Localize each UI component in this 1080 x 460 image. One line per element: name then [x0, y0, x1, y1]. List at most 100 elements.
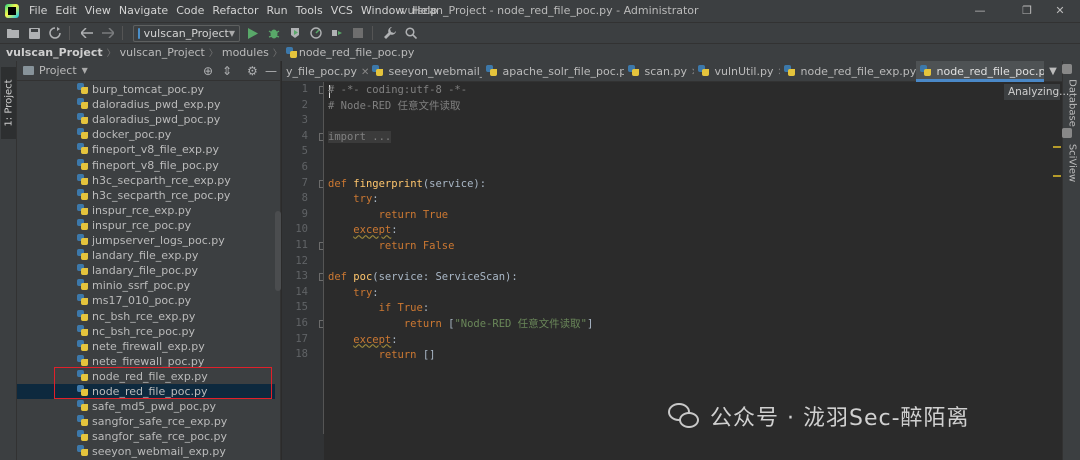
breadcrumb-project-folder[interactable]: vulscan_Project: [120, 46, 205, 59]
python-file-icon: [77, 113, 88, 125]
file-tree-item[interactable]: safe_md5_pwd_poc.py: [17, 399, 275, 414]
project-panel-title[interactable]: Project: [39, 64, 77, 77]
menu-refactor[interactable]: Refactor: [208, 0, 262, 22]
python-file-icon: [920, 65, 931, 76]
file-tree-item[interactable]: fineport_v8_file_exp.py: [17, 142, 275, 157]
file-tree-item[interactable]: nete_firewall_poc.py: [17, 354, 275, 369]
line-number: 5: [301, 145, 308, 158]
tab-node-red-file-exp[interactable]: node_red_file_exp.py✕: [780, 61, 916, 82]
code-token: return: [403, 318, 449, 330]
file-tree-item[interactable]: fineport_v8_file_poc.py: [17, 158, 275, 173]
menu-view[interactable]: View: [81, 0, 115, 22]
breadcrumb-current-file[interactable]: node_red_file_poc.py: [299, 46, 414, 59]
file-tree-item[interactable]: node_red_file_poc.py: [17, 384, 275, 399]
python-file-icon: [628, 65, 639, 76]
python-file-icon: [784, 65, 795, 76]
breadcrumb-modules[interactable]: modules: [222, 46, 269, 59]
file-tree-item[interactable]: nete_firewall_exp.py: [17, 339, 275, 354]
save-all-icon[interactable]: [26, 25, 42, 41]
python-file-icon: [77, 143, 88, 155]
sync-icon[interactable]: [47, 25, 63, 41]
watermark-text: 公众号 · 泷羽Sec-醉陌离: [710, 406, 970, 431]
open-folder-icon[interactable]: [5, 25, 21, 41]
tab-node-red-file-poc[interactable]: node_red_file_poc.py✕: [916, 61, 1044, 82]
warning-marker[interactable]: [1053, 175, 1061, 177]
python-file-icon: [77, 415, 88, 427]
wrench-icon[interactable]: [382, 25, 398, 41]
back-arrow-icon[interactable]: [79, 25, 95, 41]
file-tree-item[interactable]: minio_ssrf_poc.py: [17, 278, 275, 293]
menu-run[interactable]: Run: [263, 0, 292, 22]
file-tree-item[interactable]: landary_file_poc.py: [17, 263, 275, 278]
minimize-button[interactable]: —: [960, 0, 1000, 22]
project-tool-tab[interactable]: 1: Project: [1, 67, 16, 139]
code-token: if True: [378, 302, 423, 315]
code-token: return True: [378, 208, 449, 221]
file-tree-item[interactable]: burp_tomcat_poc.py: [17, 82, 275, 97]
menu-vcs[interactable]: VCS: [327, 0, 357, 22]
run-with-coverage-icon[interactable]: [287, 25, 303, 41]
file-tree-item-label: sangfor_safe_rce_poc.py: [92, 430, 228, 444]
chevron-down-icon[interactable]: ▼: [1044, 62, 1062, 81]
close-button[interactable]: ✕: [1040, 0, 1080, 22]
search-everywhere-icon[interactable]: [403, 25, 419, 41]
analyzing-status: Analyzing...: [1004, 84, 1069, 100]
menu-tools[interactable]: Tools: [292, 0, 327, 22]
locate-target-icon[interactable]: ⊕: [203, 64, 213, 78]
file-tree-item[interactable]: h3c_secparth_rce_poc.py: [17, 188, 275, 203]
python-file-icon: [77, 354, 88, 366]
tab-scan[interactable]: scan.py✕: [624, 61, 694, 82]
profile-icon[interactable]: [308, 25, 324, 41]
file-tree-item[interactable]: inspur_rce_poc.py: [17, 218, 275, 233]
code-line: return True: [328, 208, 449, 224]
line-number: 6: [301, 161, 308, 173]
file-tree-item[interactable]: daloradius_pwd_poc.py: [17, 112, 275, 127]
file-tree-item[interactable]: sangfor_safe_rce_poc.py: [17, 429, 275, 444]
tab-y-file-poc[interactable]: y_file_poc.py ✕: [282, 61, 368, 82]
sciview-tool-tab[interactable]: SciView: [1062, 128, 1080, 183]
file-tree-item-label: jumpserver_logs_poc.py: [92, 234, 225, 247]
debug-icon[interactable]: [266, 25, 282, 41]
tab-apache-solr-file-poc[interactable]: apache_solr_file_poc.py✕: [482, 61, 624, 82]
database-tool-tab[interactable]: Database: [1062, 64, 1080, 129]
file-tree-item[interactable]: nc_bsh_rce_exp.py: [17, 309, 275, 324]
run-icon[interactable]: [245, 25, 261, 41]
warning-marker[interactable]: [1053, 146, 1061, 148]
run-configuration-dropdown[interactable]: vulscan_Project ▼: [133, 24, 240, 42]
tab-vulnutil[interactable]: vulnUtil.py✕: [694, 61, 780, 82]
chevron-down-icon[interactable]: ▼: [82, 66, 88, 75]
menu-navigate[interactable]: Navigate: [115, 0, 172, 22]
forward-arrow-icon[interactable]: [100, 25, 116, 41]
gear-icon[interactable]: ⚙: [247, 64, 258, 78]
file-tree-item[interactable]: nc_bsh_rce_poc.py: [17, 324, 275, 339]
collapse-all-icon[interactable]: ⇕: [222, 64, 232, 78]
window-title: vulscan_Project - node_red_file_poc.py -…: [401, 4, 699, 17]
file-tree-item[interactable]: seeyon_webmail_exp.py: [17, 444, 275, 459]
menu-file[interactable]: File: [25, 0, 51, 22]
hide-panel-icon[interactable]: —: [265, 64, 277, 78]
stop-icon[interactable]: [350, 25, 366, 41]
concurrency-icon[interactable]: [329, 25, 345, 41]
file-tree-item[interactable]: landary_file_exp.py: [17, 248, 275, 263]
menu-code[interactable]: Code: [172, 0, 208, 22]
chevron-down-icon: ▼: [228, 28, 235, 38]
menu-edit[interactable]: Edit: [51, 0, 80, 22]
file-tree-item[interactable]: inspur_rce_exp.py: [17, 203, 275, 218]
tab-seeyon-webmail-poc[interactable]: seeyon_webmail_poc.py✕: [368, 61, 482, 82]
file-tree-item-label: ms17_010_poc.py: [92, 294, 192, 308]
file-tree-item[interactable]: sangfor_safe_rce_exp.py: [17, 414, 275, 429]
watermark: 公众号 · 泷羽Sec-醉陌离: [668, 398, 970, 434]
file-tree-item[interactable]: node_red_file_exp.py: [17, 369, 275, 384]
file-tree-item[interactable]: docker_poc.py: [17, 127, 275, 142]
python-file-icon: [77, 188, 88, 200]
file-tree-item[interactable]: daloradius_pwd_exp.py: [17, 97, 275, 112]
file-tree-item-label: inspur_rce_poc.py: [92, 218, 192, 232]
file-tree-item-label: sangfor_safe_rce_exp.py: [92, 415, 228, 429]
file-tree-item[interactable]: ms17_010_poc.py: [17, 293, 275, 308]
close-icon[interactable]: ✕: [361, 67, 368, 78]
file-tree-item[interactable]: h3c_secparth_rce_exp.py: [17, 173, 275, 188]
breadcrumb-project-root[interactable]: vulscan_Project: [6, 46, 103, 59]
file-tree-item[interactable]: jumpserver_logs_poc.py: [17, 233, 275, 248]
